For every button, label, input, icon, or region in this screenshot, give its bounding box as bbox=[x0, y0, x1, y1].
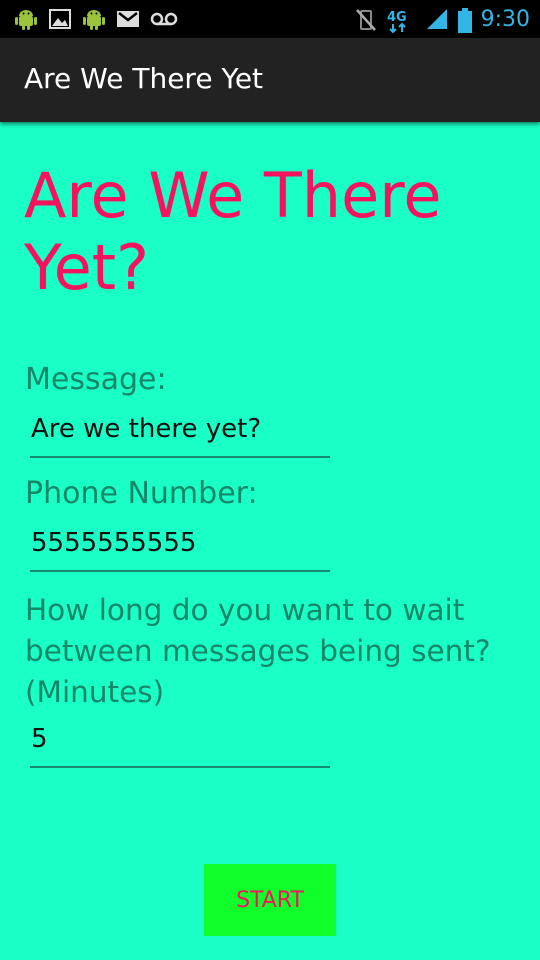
phone-label: Phone Number: bbox=[25, 476, 258, 511]
interval-field-container bbox=[30, 722, 330, 768]
battery-icon bbox=[457, 8, 473, 33]
message-field-container bbox=[30, 412, 330, 458]
main-content: Are We There Yet? Message: Phone Number:… bbox=[0, 122, 540, 960]
page-heading: Are We There Yet? bbox=[24, 159, 442, 304]
network-4g-icon: 4G bbox=[387, 8, 417, 34]
network-4g-text: 4G bbox=[387, 10, 407, 25]
phone-input[interactable] bbox=[31, 528, 327, 558]
signal-icon bbox=[425, 8, 449, 30]
action-bar: Are We There Yet bbox=[0, 38, 540, 122]
status-time: 9:30 bbox=[480, 6, 530, 32]
message-input[interactable] bbox=[31, 414, 327, 444]
android-icon bbox=[14, 8, 38, 30]
phone-field-container bbox=[30, 526, 330, 572]
android-icon bbox=[82, 8, 106, 30]
app-title: Are We There Yet bbox=[24, 62, 264, 95]
gmail-icon bbox=[116, 8, 140, 30]
start-button[interactable]: START bbox=[204, 864, 336, 936]
voicemail-icon bbox=[150, 8, 178, 30]
vibrate-mute-icon bbox=[355, 8, 379, 31]
image-icon bbox=[48, 8, 72, 30]
message-label: Message: bbox=[25, 362, 167, 397]
status-bar: 4G 9:30 bbox=[0, 0, 540, 38]
interval-input[interactable] bbox=[31, 724, 327, 754]
interval-label: How long do you want to wait between mes… bbox=[25, 593, 491, 709]
